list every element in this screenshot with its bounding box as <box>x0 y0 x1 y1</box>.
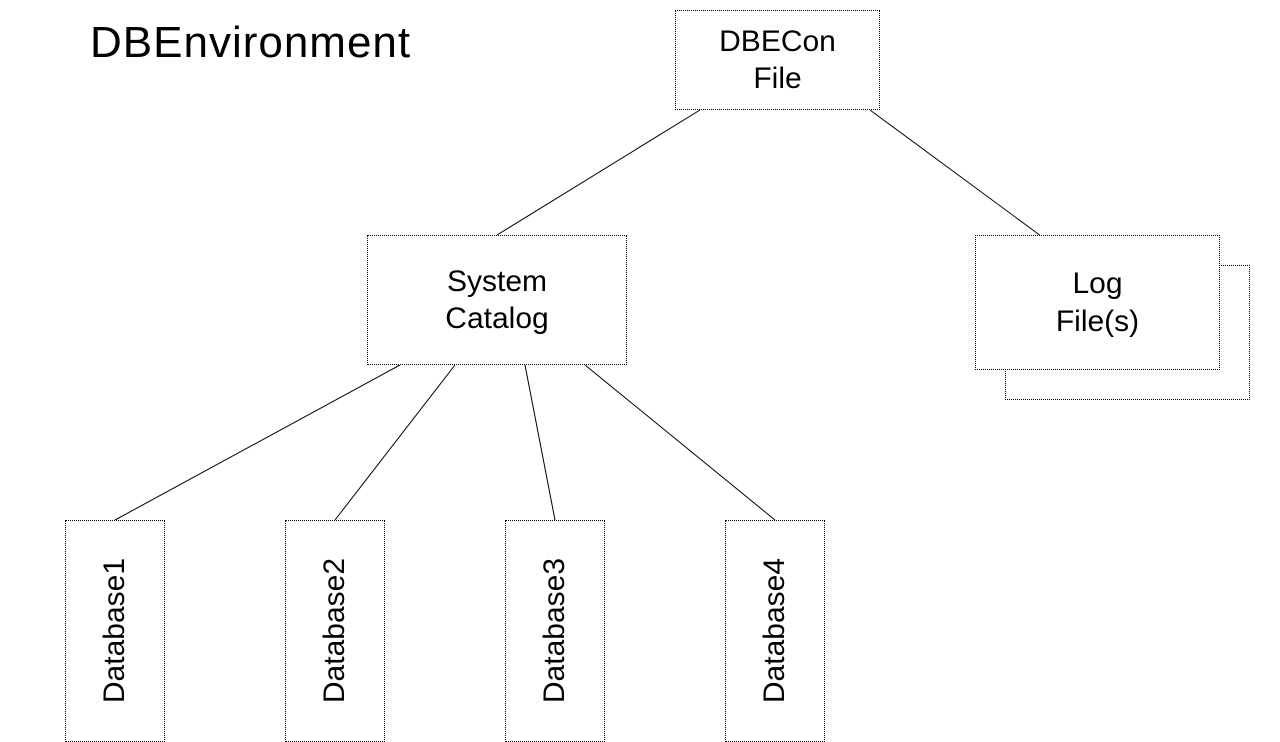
node-dbecon-line1: DBECon <box>719 25 836 58</box>
node-dbecon-line2: File <box>753 62 801 95</box>
node-system-catalog-line2: Catalog <box>445 302 548 335</box>
diagram-canvas: DBEnvironment DBECon File System Catalog… <box>0 0 1280 742</box>
node-database-2: Database2 <box>285 520 385 742</box>
node-system-catalog-line1: System <box>447 265 547 298</box>
node-database-1-label: Database1 <box>96 558 134 703</box>
node-database-4: Database4 <box>725 520 825 742</box>
node-database-1: Database1 <box>65 520 165 742</box>
node-database-3: Database3 <box>505 520 605 742</box>
node-database-4-label: Database4 <box>756 558 794 703</box>
node-database-3-label: Database3 <box>536 558 574 703</box>
node-database-2-label: Database2 <box>316 558 354 703</box>
node-system-catalog: System Catalog <box>367 235 627 365</box>
node-log-files-line1: Log <box>1072 267 1122 300</box>
node-log-files-line2: File(s) <box>1056 305 1139 338</box>
node-log-files: Log File(s) <box>975 235 1220 370</box>
diagram-title: DBEnvironment <box>90 18 411 68</box>
node-dbecon-file: DBECon File <box>675 10 880 110</box>
